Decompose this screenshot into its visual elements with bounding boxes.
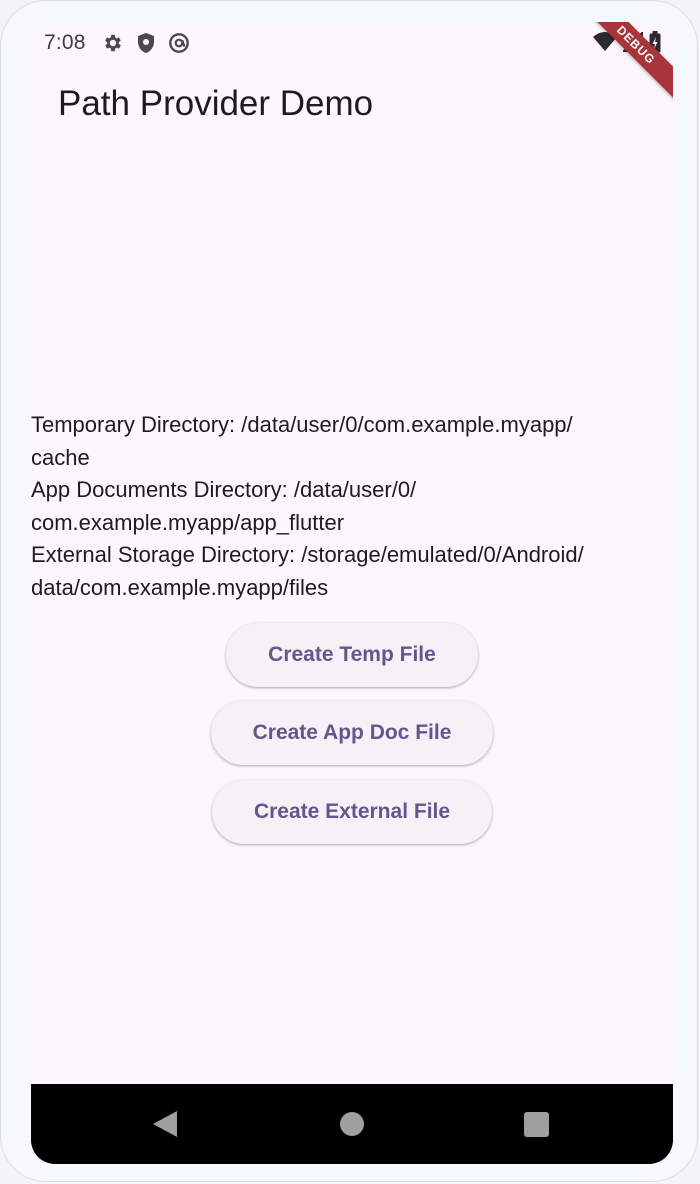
shield-icon	[136, 32, 156, 54]
recent-apps-icon[interactable]	[524, 1112, 549, 1137]
phone-screen: 7:08 DEBUG Path Provider Demo Temporary …	[31, 22, 673, 1164]
directory-info: Temporary Directory: /data/user/0/com.ex…	[31, 409, 657, 604]
app-documents-directory-path: com.example.myapp/app_flutter	[31, 509, 345, 535]
create-temp-file-button[interactable]: Create Temp File	[226, 623, 478, 687]
navigation-bar	[31, 1084, 673, 1164]
home-icon[interactable]	[340, 1112, 364, 1136]
temp-directory-label: Temporary Directory: /data/user/0/com.ex…	[31, 412, 573, 437]
create-app-doc-file-button[interactable]: Create App Doc File	[211, 701, 493, 765]
temp-directory-path: cache	[31, 444, 90, 470]
external-storage-directory-path: data/com.example.myapp/files	[31, 574, 329, 600]
at-sign-icon	[168, 32, 190, 54]
status-icons-left	[102, 32, 190, 54]
create-external-file-button[interactable]: Create External File	[212, 780, 492, 844]
page-title: Path Provider Demo	[58, 84, 374, 123]
back-icon[interactable]	[153, 1111, 177, 1137]
app-documents-directory-label: App Documents Directory: /data/user/0/	[31, 477, 417, 502]
status-bar: 7:08	[31, 22, 673, 64]
external-storage-directory-label: External Storage Directory: /storage/emu…	[31, 542, 584, 567]
gear-icon	[102, 32, 124, 54]
status-time: 7:08	[44, 31, 86, 54]
